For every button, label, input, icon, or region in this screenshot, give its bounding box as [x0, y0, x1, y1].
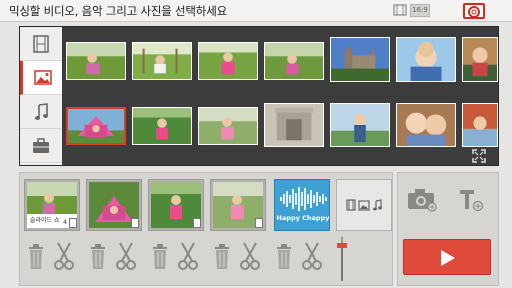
play-icon: [441, 250, 455, 266]
scissors-icon[interactable]: [302, 241, 322, 271]
photo-thumbnail[interactable]: [132, 42, 192, 80]
photo-thumbnail[interactable]: [462, 37, 498, 82]
photo-thumbnail[interactable]: [396, 37, 456, 82]
photo-badge-icon: [69, 218, 77, 228]
briefcase-icon: [33, 137, 49, 153]
storyboard-clip[interactable]: [148, 179, 204, 231]
trash-icon[interactable]: [26, 241, 46, 271]
photo-thumbnail[interactable]: [330, 103, 390, 147]
text-add-icon[interactable]: [458, 187, 484, 213]
music-clip[interactable]: Happy Chappy: [274, 179, 330, 231]
add-media-button[interactable]: [336, 179, 392, 231]
category-panel: [20, 27, 62, 165]
frame-icon: [393, 4, 407, 16]
scissors-icon[interactable]: [116, 241, 136, 271]
title-bar: 믹싱할 비디오, 음악 그리고 사진을 선택하세요 16:9: [0, 0, 512, 22]
photo-thumbnail-selected[interactable]: [66, 107, 126, 145]
photo-thumbnail[interactable]: [264, 42, 324, 80]
page-title: 믹싱할 비디오, 음악 그리고 사진을 선택하세요: [9, 4, 227, 18]
photo-thumbnail[interactable]: [198, 107, 258, 145]
storyboard-clip[interactable]: [210, 179, 266, 231]
photo-thumbnail[interactable]: [330, 37, 390, 82]
photo-thumbnail[interactable]: [396, 103, 456, 147]
trash-icon[interactable]: [274, 241, 294, 271]
photo-badge-icon: [193, 218, 201, 228]
trash-icon[interactable]: [88, 241, 108, 271]
volume-slider[interactable]: [336, 235, 348, 283]
waveform-icon: [280, 187, 327, 211]
category-photo[interactable]: [20, 61, 62, 95]
image-icon: [358, 199, 370, 211]
play-button[interactable]: [403, 239, 491, 275]
scissors-icon[interactable]: [54, 241, 74, 271]
camera-photo-icon[interactable]: [406, 185, 438, 213]
photo-thumbnail[interactable]: [66, 42, 126, 80]
music-note-icon: [35, 102, 48, 120]
aspect-ratio-toggle[interactable]: 16:9: [393, 3, 433, 18]
film-icon: [346, 199, 356, 211]
slide-count: 4: [63, 219, 67, 226]
music-clip-label: Happy Chappy: [276, 214, 330, 222]
media-browser: [19, 26, 499, 166]
photo-thumbnail[interactable]: [462, 103, 498, 147]
lifebuoy-close-icon: [468, 6, 480, 18]
expand-arrows-icon[interactable]: [472, 149, 486, 163]
storyboard-clip[interactable]: [86, 179, 142, 231]
film-strip-icon: [33, 34, 49, 53]
photo-thumbnail[interactable]: [132, 107, 192, 145]
trash-icon[interactable]: [150, 241, 170, 271]
scissors-icon[interactable]: [178, 241, 198, 271]
action-panel: [397, 172, 499, 286]
storyboard-clip[interactable]: 슬라이드 쇼 4: [24, 179, 80, 231]
music-note-icon: [373, 199, 382, 211]
trash-icon[interactable]: [212, 241, 232, 271]
photo-thumbnail[interactable]: [264, 103, 324, 147]
image-icon: [33, 70, 52, 85]
close-button[interactable]: [463, 3, 485, 19]
category-video[interactable]: [20, 27, 62, 61]
photo-badge-icon: [255, 218, 263, 228]
aspect-ratio-label: 16:9: [410, 4, 430, 17]
category-music[interactable]: [20, 95, 62, 129]
scissors-icon[interactable]: [240, 241, 260, 271]
category-other[interactable]: [20, 129, 62, 163]
photo-badge-icon: [131, 218, 139, 228]
storyboard: 슬라이드 쇼 4 Happy Chappy: [19, 172, 393, 286]
photo-thumbnail[interactable]: [198, 42, 258, 80]
